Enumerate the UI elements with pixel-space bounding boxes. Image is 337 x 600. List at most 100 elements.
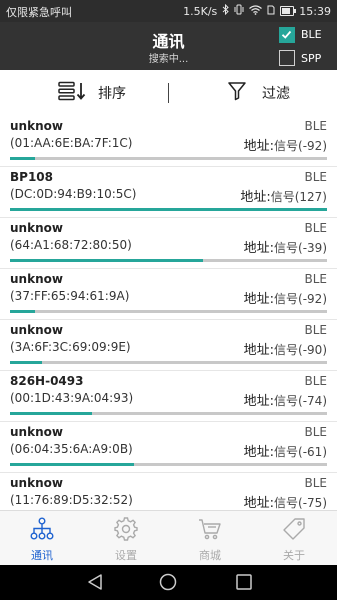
signal-bar-fill bbox=[10, 157, 36, 160]
signal-label: 信号 bbox=[274, 292, 299, 306]
recents-icon[interactable] bbox=[235, 573, 253, 595]
signal-bar bbox=[10, 412, 327, 415]
device-name: unknow bbox=[10, 272, 63, 286]
device-row[interactable]: unknow BLE (37:FF:65:94:61:9A) 地址:信号(-92… bbox=[0, 269, 337, 320]
rssi-value: (-90) bbox=[298, 343, 327, 357]
filter-button[interactable]: 过滤 bbox=[228, 70, 290, 116]
device-row[interactable]: unknow BLE (3A:6F:3C:69:09:9E) 地址:信号(-90… bbox=[0, 320, 337, 371]
device-name: BP108 bbox=[10, 170, 53, 184]
network-speed: 1.5K/s bbox=[183, 4, 218, 18]
bluetooth-icon bbox=[222, 3, 230, 18]
app-bar: 通讯 搜索中... BLE SPP bbox=[0, 22, 337, 70]
device-signal: 地址:信号(-92) bbox=[244, 288, 327, 307]
device-type: BLE bbox=[304, 119, 328, 133]
device-name: unknow bbox=[10, 425, 63, 439]
device-row[interactable]: unknow BLE (01:AA:6E:BA:7F:1C) 地址:信号(-92… bbox=[0, 116, 337, 167]
device-signal: 地址:信号(-39) bbox=[244, 237, 327, 256]
device-type: BLE bbox=[304, 476, 328, 490]
spp-checkbox-label[interactable]: SPP bbox=[301, 52, 321, 65]
tag-icon bbox=[283, 518, 305, 540]
sim-icon bbox=[267, 5, 275, 18]
device-row[interactable]: BP108 BLE (DC:0D:94:B9:10:5C) 地址:信号(127) bbox=[0, 167, 337, 218]
device-row[interactable]: unknow BLE (06:04:35:6A:A9:0B) 地址:信号(-61… bbox=[0, 422, 337, 473]
rssi-value: (-92) bbox=[298, 292, 327, 306]
device-row[interactable]: unknow BLE (11:76:89:D5:32:52) 地址:信号(-75… bbox=[0, 473, 337, 510]
toolbar-divider bbox=[168, 83, 169, 103]
sort-filter-toolbar: 排序 过滤 bbox=[0, 70, 337, 117]
address-label: 地址: bbox=[240, 190, 271, 205]
device-signal: 地址:信号(-74) bbox=[244, 390, 327, 409]
signal-bar bbox=[10, 259, 327, 262]
rssi-value: (-74) bbox=[298, 394, 327, 408]
ble-checkbox[interactable] bbox=[279, 27, 295, 43]
device-type: BLE bbox=[304, 425, 328, 439]
signal-label: 信号 bbox=[274, 139, 299, 153]
signal-bar bbox=[10, 208, 327, 211]
address-label: 地址: bbox=[243, 241, 275, 256]
device-mac: (11:76:89:D5:32:52) bbox=[10, 493, 133, 507]
device-row[interactable]: 826H-0493 BLE (00:1D:43:9A:04:93) 地址:信号(… bbox=[0, 371, 337, 422]
address-label: 地址: bbox=[243, 496, 275, 510]
device-type: BLE bbox=[304, 221, 328, 235]
tab-comm[interactable]: 通讯 bbox=[0, 511, 84, 566]
device-signal: 地址:信号(-90) bbox=[244, 339, 327, 358]
checkmark-icon bbox=[281, 30, 292, 39]
filter-label: 过滤 bbox=[262, 86, 290, 102]
device-mac: (64:A1:68:72:80:50) bbox=[10, 238, 132, 252]
address-label: 地址: bbox=[243, 394, 275, 409]
sort-button[interactable]: 排序 bbox=[58, 70, 126, 116]
device-name: unknow bbox=[10, 476, 63, 490]
home-icon[interactable] bbox=[159, 573, 177, 595]
device-type: BLE bbox=[304, 272, 328, 286]
tab-settings[interactable]: 设置 bbox=[84, 511, 168, 566]
device-name: unknow bbox=[10, 221, 63, 235]
address-label: 地址: bbox=[243, 292, 275, 307]
tab-about[interactable]: 关于 bbox=[252, 511, 336, 566]
device-mac: (3A:6F:3C:69:09:9E) bbox=[10, 340, 131, 354]
spp-checkbox[interactable] bbox=[279, 50, 295, 66]
tab-settings-label: 设置 bbox=[115, 549, 137, 562]
signal-bar bbox=[10, 361, 327, 364]
address-label: 地址: bbox=[243, 445, 275, 460]
device-signal: 地址:信号(-75) bbox=[244, 492, 327, 510]
tab-store[interactable]: 商城 bbox=[168, 511, 252, 566]
clock-text: 15:39 bbox=[299, 4, 331, 18]
device-name: unknow bbox=[10, 323, 63, 337]
signal-bar-fill bbox=[10, 208, 327, 211]
vibrate-icon bbox=[234, 4, 244, 18]
device-signal: 地址:信号(-92) bbox=[244, 135, 327, 154]
rssi-value: (-39) bbox=[298, 241, 327, 255]
device-list[interactable]: unknow BLE (01:AA:6E:BA:7F:1C) 地址:信号(-92… bbox=[0, 116, 337, 510]
sort-icon bbox=[58, 81, 88, 105]
device-mac: (DC:0D:94:B9:10:5C) bbox=[10, 187, 137, 201]
device-mac: (06:04:35:6A:A9:0B) bbox=[10, 442, 133, 456]
device-signal: 地址:信号(127) bbox=[240, 186, 327, 205]
status-bar: 仅限紧急呼叫 1.5K/s 15:39 bbox=[0, 0, 337, 22]
ble-checkbox-label[interactable]: BLE bbox=[301, 28, 322, 41]
network-tree-icon bbox=[30, 517, 54, 540]
tab-store-label: 商城 bbox=[199, 549, 221, 562]
signal-bar-fill bbox=[10, 259, 204, 262]
device-mac: (01:AA:6E:BA:7F:1C) bbox=[10, 136, 133, 150]
rssi-value: (-75) bbox=[298, 496, 327, 510]
device-mac: (00:1D:43:9A:04:93) bbox=[10, 391, 134, 405]
signal-label: 信号 bbox=[274, 343, 299, 357]
signal-bar-fill bbox=[10, 310, 36, 313]
signal-bar bbox=[10, 157, 327, 160]
battery-icon bbox=[280, 6, 297, 16]
signal-label: 信号 bbox=[270, 190, 295, 204]
device-mac: (37:FF:65:94:61:9A) bbox=[10, 289, 130, 303]
tab-about-label: 关于 bbox=[283, 549, 305, 562]
cart-icon bbox=[199, 519, 221, 540]
back-icon[interactable] bbox=[86, 573, 104, 595]
wifi-icon bbox=[249, 4, 263, 18]
signal-bar-fill bbox=[10, 361, 42, 364]
status-icons: 1.5K/s 15:39 bbox=[183, 3, 331, 18]
signal-label: 信号 bbox=[274, 496, 299, 510]
device-type: BLE bbox=[304, 170, 328, 184]
device-row[interactable]: unknow BLE (64:A1:68:72:80:50) 地址:信号(-39… bbox=[0, 218, 337, 269]
signal-bar bbox=[10, 463, 327, 466]
carrier-text: 仅限紧急呼叫 bbox=[6, 6, 72, 19]
rssi-value: (-61) bbox=[298, 445, 327, 459]
rssi-value: (-92) bbox=[298, 139, 327, 153]
